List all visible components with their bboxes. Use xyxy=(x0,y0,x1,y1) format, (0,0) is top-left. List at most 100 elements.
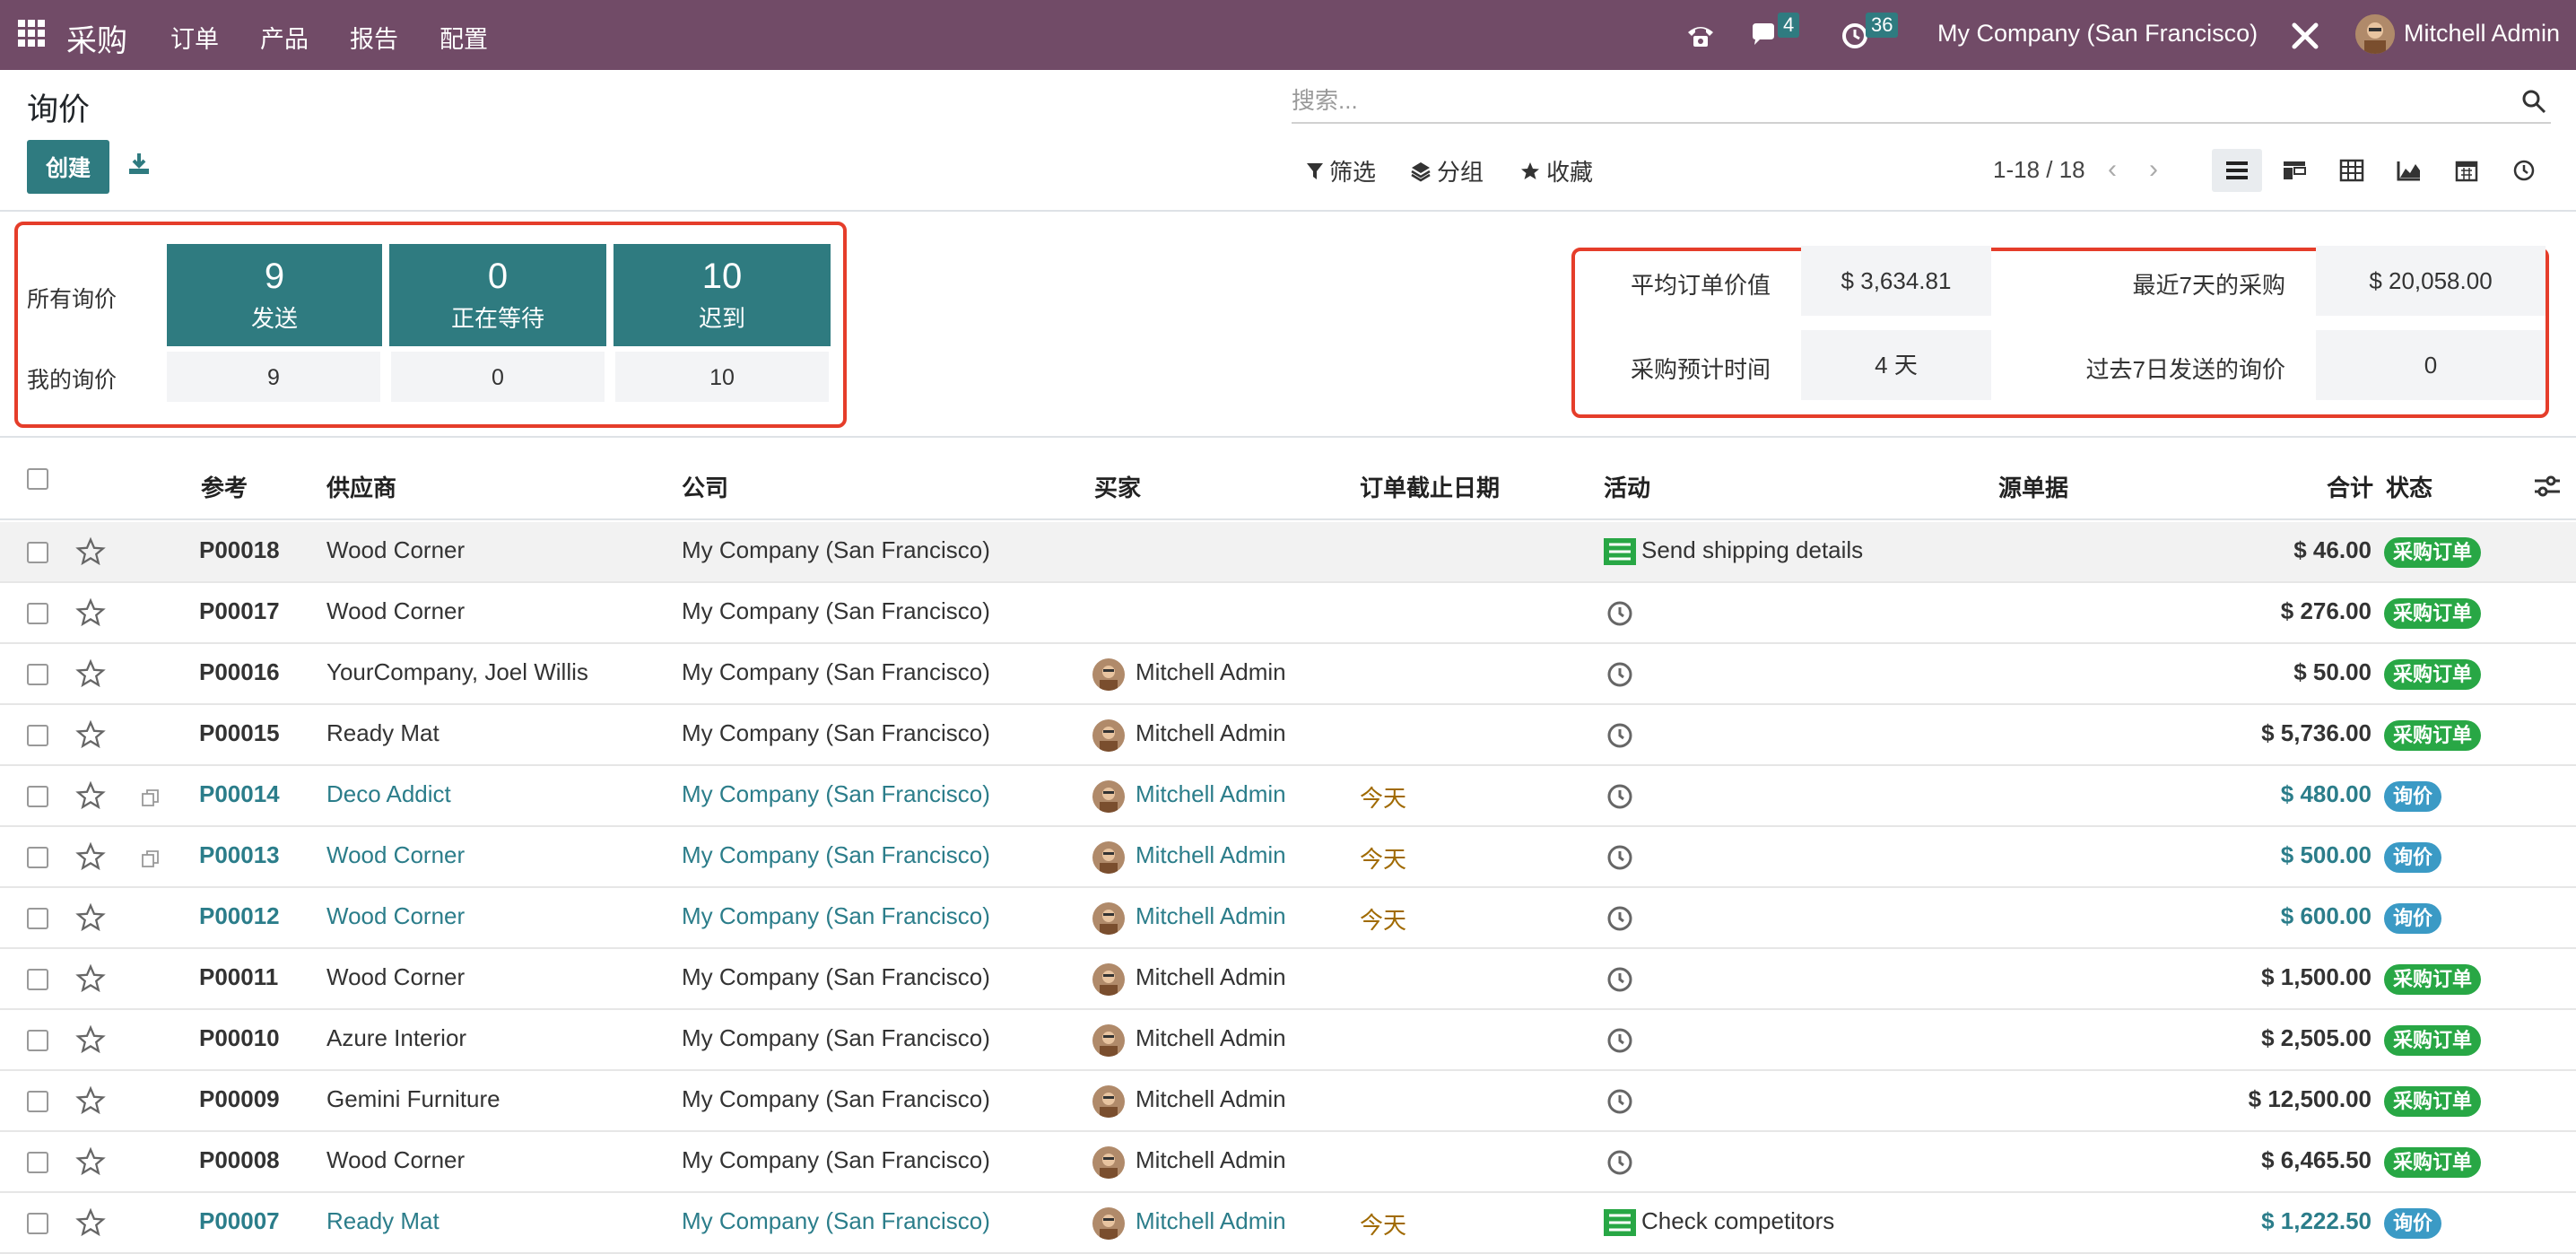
kanban-view-icon[interactable] xyxy=(2269,149,2319,192)
clock-icon[interactable] xyxy=(1606,1148,1634,1177)
clock-icon[interactable] xyxy=(1606,782,1634,811)
col-status[interactable]: 状态 xyxy=(2386,470,2432,503)
row-reference[interactable]: P00010 xyxy=(199,1024,280,1052)
row-reference[interactable]: P00016 xyxy=(199,658,280,686)
row-checkbox[interactable] xyxy=(27,603,48,624)
star-icon[interactable] xyxy=(75,780,106,811)
star-icon[interactable] xyxy=(75,1146,106,1177)
row-reference[interactable]: P00011 xyxy=(199,963,278,991)
star-icon[interactable] xyxy=(75,597,106,628)
row-reference[interactable]: P00014 xyxy=(199,780,280,808)
table-row[interactable]: P00017 Wood Corner My Company (San Francis… xyxy=(0,583,2576,644)
row-checkbox[interactable] xyxy=(27,1091,48,1112)
pager-value[interactable]: 1-18 / 18 xyxy=(1993,156,2085,184)
row-checkbox[interactable] xyxy=(27,725,48,746)
copy-icon[interactable] xyxy=(140,788,161,809)
col-company[interactable]: 公司 xyxy=(682,470,728,503)
star-icon[interactable] xyxy=(75,841,106,872)
pivot-view-icon[interactable] xyxy=(2327,149,2377,192)
row-checkbox[interactable] xyxy=(27,908,48,929)
clock-icon[interactable] xyxy=(1606,965,1634,994)
phone-icon[interactable] xyxy=(1684,20,1717,52)
col-reference[interactable]: 参考 xyxy=(201,470,248,503)
clock-icon[interactable] xyxy=(1606,599,1634,628)
create-button[interactable]: 创建 xyxy=(27,140,109,194)
debug-tools-icon[interactable] xyxy=(2289,20,2321,52)
company-switcher[interactable]: My Company (San Francisco) xyxy=(1937,20,2258,48)
star-icon[interactable] xyxy=(75,536,106,567)
search-input[interactable] xyxy=(1292,83,2458,118)
table-row[interactable]: P00018 Wood Corner My Company (San Francis… xyxy=(0,522,2576,583)
col-total[interactable]: 合计 xyxy=(2327,470,2373,503)
row-reference[interactable]: P00013 xyxy=(199,841,280,869)
menu-products[interactable]: 产品 xyxy=(260,20,309,55)
table-row[interactable]: P00015 Ready Mat My Company (San Francisco… xyxy=(0,705,2576,766)
table-row[interactable]: P00007 Ready Mat My Company (San Francisco… xyxy=(0,1193,2576,1254)
row-checkbox[interactable] xyxy=(27,1152,48,1173)
row-checkbox[interactable] xyxy=(27,969,48,990)
clock-icon[interactable] xyxy=(1606,843,1634,872)
menu-orders[interactable]: 订单 xyxy=(170,20,219,55)
select-all-checkbox[interactable] xyxy=(27,468,48,490)
graph-view-icon[interactable] xyxy=(2384,149,2434,192)
table-row[interactable]: P00010 Azure Interior My Company (San Fran… xyxy=(0,1010,2576,1071)
star-icon[interactable] xyxy=(75,658,106,689)
download-icon[interactable] xyxy=(126,151,152,178)
user-avatar[interactable] xyxy=(2355,14,2395,54)
star-icon[interactable] xyxy=(75,963,106,994)
group-by-button[interactable]: 分组 xyxy=(1410,154,1484,187)
row-activity[interactable]: Send shipping details xyxy=(1641,536,1863,564)
table-row[interactable]: P00011 Wood Corner My Company (San Francis… xyxy=(0,949,2576,1010)
user-menu[interactable]: Mitchell Admin xyxy=(2404,20,2560,48)
star-icon[interactable] xyxy=(75,1207,106,1238)
table-row[interactable]: P00008 Wood Corner My Company (San Francis… xyxy=(0,1132,2576,1193)
clock-icon[interactable] xyxy=(1606,660,1634,689)
col-source[interactable]: 源单据 xyxy=(1998,470,2068,503)
table-row[interactable]: P00016 YourCompany, Joel Willis My Company… xyxy=(0,644,2576,705)
row-reference[interactable]: P00008 xyxy=(199,1146,280,1174)
clock-icon[interactable] xyxy=(1606,1026,1634,1055)
row-activity[interactable]: Check competitors xyxy=(1641,1207,1834,1235)
list-icon[interactable] xyxy=(1604,538,1636,565)
tile-sent[interactable]: 9 发送 xyxy=(167,244,382,346)
activity-view-icon[interactable] xyxy=(2499,149,2549,192)
copy-icon[interactable] xyxy=(140,849,161,870)
col-deadline[interactable]: 订单截止日期 xyxy=(1360,470,1500,503)
chevron-left-icon[interactable]: ‹ xyxy=(2108,154,2117,185)
app-name[interactable]: 采购 xyxy=(66,16,127,60)
my-sent-count[interactable]: 9 xyxy=(167,352,380,402)
favorites-button[interactable]: 收藏 xyxy=(1519,154,1593,187)
table-row[interactable]: P00013 Wood Corner My Company (San Francis… xyxy=(0,827,2576,888)
table-row[interactable]: P00012 Wood Corner My Company (San Francis… xyxy=(0,888,2576,949)
chat-icon[interactable] xyxy=(1749,20,1781,52)
tile-late[interactable]: 10 迟到 xyxy=(614,244,831,346)
row-checkbox[interactable] xyxy=(27,542,48,563)
star-icon[interactable] xyxy=(75,902,106,933)
row-reference[interactable]: P00017 xyxy=(199,597,280,625)
col-vendor[interactable]: 供应商 xyxy=(326,470,396,503)
clock-icon[interactable] xyxy=(1606,721,1634,750)
chevron-right-icon[interactable]: › xyxy=(2149,154,2158,185)
row-reference[interactable]: P00012 xyxy=(199,902,280,930)
row-checkbox[interactable] xyxy=(27,786,48,807)
col-activity[interactable]: 活动 xyxy=(1604,470,1650,503)
row-reference[interactable]: P00015 xyxy=(199,719,280,747)
row-checkbox[interactable] xyxy=(27,847,48,868)
clock-icon[interactable] xyxy=(1606,1087,1634,1116)
list-view-icon[interactable] xyxy=(2212,149,2262,192)
row-reference[interactable]: P00018 xyxy=(199,536,280,564)
menu-configuration[interactable]: 配置 xyxy=(439,20,488,55)
star-icon[interactable] xyxy=(75,719,106,750)
row-reference[interactable]: P00009 xyxy=(199,1085,280,1113)
row-checkbox[interactable] xyxy=(27,1030,48,1051)
apps-menu-icon[interactable] xyxy=(18,20,45,47)
filter-button[interactable]: 筛选 xyxy=(1306,154,1376,187)
calendar-view-icon[interactable] xyxy=(2441,149,2492,192)
star-icon[interactable] xyxy=(75,1024,106,1055)
star-icon[interactable] xyxy=(75,1085,106,1116)
table-row[interactable]: P00009 Gemini Furniture My Company (San Fr… xyxy=(0,1071,2576,1132)
my-waiting-count[interactable]: 0 xyxy=(391,352,605,402)
optional-columns-icon[interactable] xyxy=(2533,474,2562,499)
row-reference[interactable]: P00007 xyxy=(199,1207,280,1235)
row-checkbox[interactable] xyxy=(27,1213,48,1234)
